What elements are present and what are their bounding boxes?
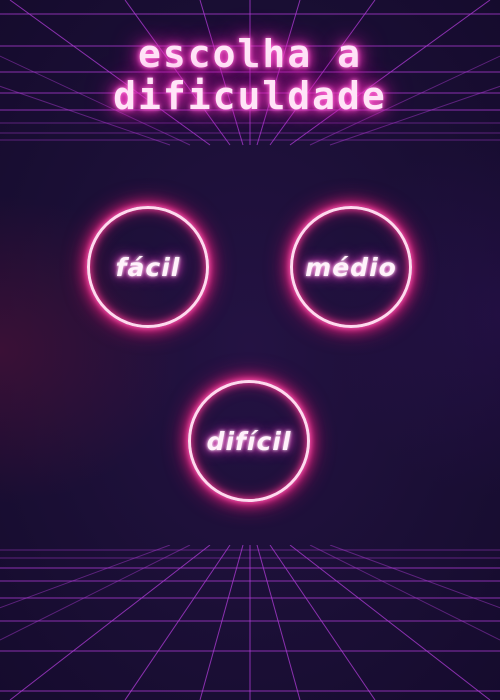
easy-difficulty-button[interactable]: fácil (87, 206, 209, 328)
title-line-1: escolha a (138, 32, 362, 76)
hard-difficulty-label: difícil (206, 426, 292, 456)
hard-difficulty-button[interactable]: difícil (188, 380, 310, 502)
medium-difficulty-button[interactable]: médio (290, 206, 412, 328)
medium-difficulty-label: médio (305, 252, 397, 282)
bottom-neon-grid (0, 545, 500, 700)
title-line-2: dificuldade (113, 74, 387, 118)
game-screen: escolha a dificuldade fácil médio difíci… (0, 0, 500, 700)
easy-difficulty-label: fácil (115, 252, 181, 282)
